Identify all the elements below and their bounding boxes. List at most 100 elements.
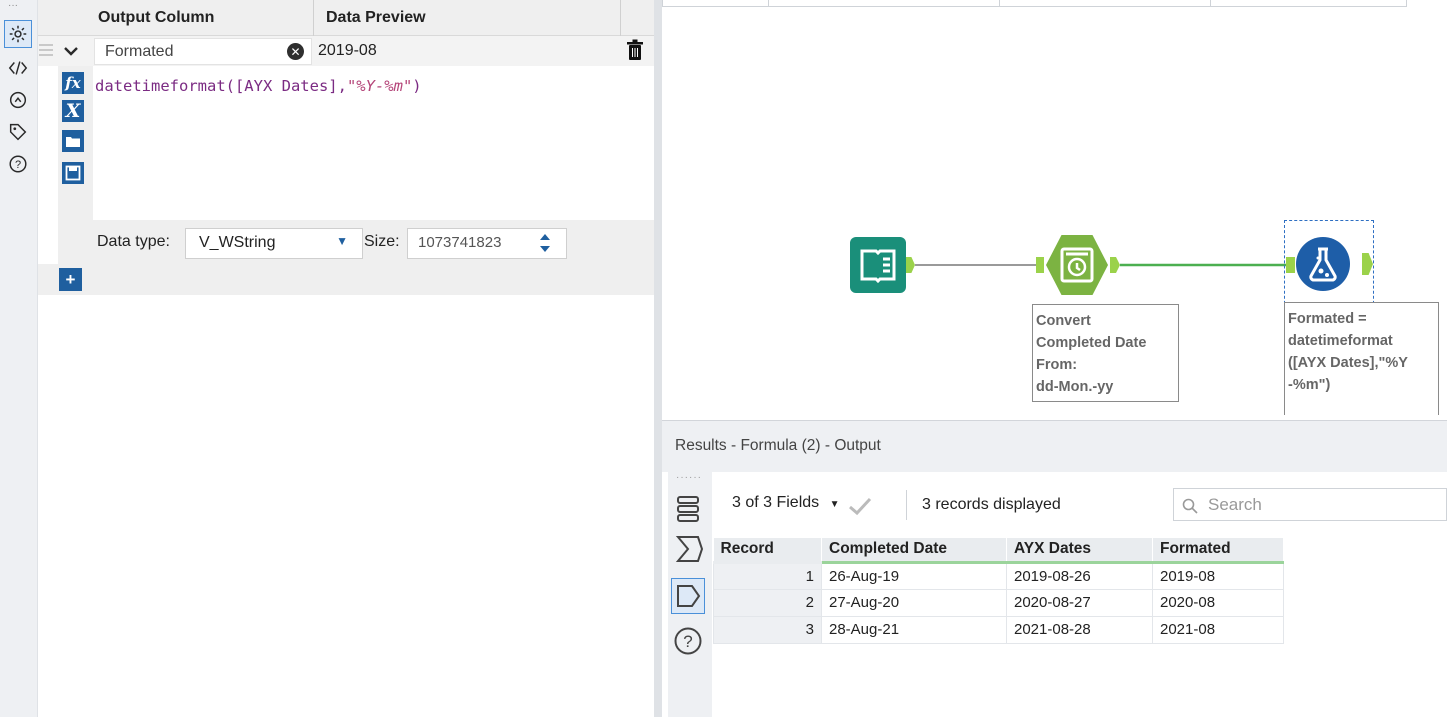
clear-field-icon[interactable]: ✕ [287, 43, 304, 60]
dropdown-arrow-icon: ▼ [336, 234, 348, 248]
annotation-line: -%m") [1288, 377, 1331, 393]
data-type-value: V_WString [199, 234, 276, 251]
column-header-ayx-dates[interactable]: AYX Dates [1006, 538, 1153, 564]
expression-code-close: ) [412, 77, 422, 95]
variables-x-icon[interactable]: X [62, 100, 84, 122]
results-panel: ······ ? 3 of 3 Fields ▼ 3 records displ… [662, 472, 1447, 717]
cell-completed-date[interactable]: 26-Aug-19 [821, 561, 1007, 590]
search-placeholder: Search [1208, 495, 1262, 514]
input-anchor[interactable] [1036, 257, 1044, 273]
annotation-line: datetimeformat [1288, 333, 1393, 349]
output-column-header: Output Column [98, 9, 215, 26]
annotation-line: Convert [1036, 313, 1091, 329]
help-icon[interactable]: ? [4, 150, 32, 178]
expression-code-format-string: "%Y-%m" [346, 77, 413, 95]
collapse-chevron-icon[interactable] [62, 42, 80, 60]
help-icon[interactable]: ? [673, 626, 703, 656]
rail-grip-icon: ··· [8, 0, 18, 11]
fields-selector-label: 3 of 3 Fields [732, 494, 820, 511]
data-view-icon[interactable] [671, 578, 705, 614]
annotation-line: dd-Mon.-yy [1036, 379, 1114, 395]
data-type-label: Data type: [97, 233, 170, 250]
fields-selector[interactable]: 3 of 3 Fields ▼ [732, 494, 840, 512]
records-count: 3 records displayed [922, 496, 1061, 513]
data-type-row: Data type: V_WString ▼ Size: 1073741823 [58, 220, 654, 264]
formula-tool-annotation: Formated = datetimeformat ([AYX Dates],"… [1284, 302, 1439, 415]
add-expression-button[interactable]: + [59, 268, 82, 291]
cell-ayx-dates[interactable]: 2020-08-27 [1006, 588, 1153, 617]
annotation-line: From: [1036, 357, 1078, 373]
annotation-icon[interactable] [4, 86, 32, 114]
code-brackets-icon[interactable] [4, 54, 32, 82]
expression-code[interactable]: datetimeformat([AYX Dates],"%Y-%m") [95, 77, 422, 95]
cell-formated[interactable]: 2019-08 [1152, 561, 1284, 590]
results-table: Record Completed Date AYX Dates Formated… [713, 538, 1284, 644]
cell-ayx-dates[interactable]: 2021-08-28 [1006, 615, 1153, 644]
size-input[interactable]: 1073741823 [407, 228, 567, 259]
expression-row[interactable]: Formated ✕ 2019-08 [38, 36, 654, 66]
open-folder-icon[interactable] [62, 130, 84, 152]
panel-splitter[interactable] [654, 0, 662, 717]
record-number: 1 [713, 561, 822, 590]
column-header-record[interactable]: Record [713, 538, 822, 564]
expression-header: Output Column Data Preview [38, 0, 654, 36]
record-number: 3 [713, 615, 822, 644]
input-anchor[interactable] [1286, 257, 1295, 273]
grip-icon: ······ [676, 472, 702, 483]
formula-tool[interactable] [1296, 237, 1350, 291]
formula-config-panel: Output Column Data Preview Formated ✕ 20… [38, 0, 654, 717]
table-row[interactable]: 2 27-Aug-20 2020-08-27 2020-08 [713, 588, 1284, 617]
summary-sigma-icon[interactable] [675, 534, 704, 564]
cell-completed-date[interactable]: 28-Aug-21 [821, 615, 1007, 644]
size-label: Size: [364, 233, 400, 250]
add-expression-row: + [38, 264, 654, 295]
delete-trash-icon[interactable] [626, 39, 644, 61]
apply-checkmark-icon[interactable] [848, 496, 872, 516]
annotation-line: ([AYX Dates],"%Y [1288, 355, 1408, 371]
results-header: Results - Formula (2) - Output [662, 420, 1447, 472]
left-icon-rail: ··· ? [0, 0, 38, 717]
record-number: 2 [713, 588, 822, 617]
output-column-field[interactable]: Formated [94, 38, 312, 65]
datetime-tool-annotation: Convert Completed Date From: dd-Mon.-yy [1032, 304, 1179, 402]
expression-tools: fx X [58, 66, 93, 220]
save-disk-icon[interactable] [62, 162, 84, 184]
annotation-line: Completed Date [1036, 335, 1147, 351]
cell-completed-date[interactable]: 27-Aug-20 [821, 588, 1007, 617]
results-view-tools: ······ ? [668, 472, 712, 717]
configuration-gear-icon[interactable] [4, 20, 32, 48]
input-data-tool[interactable] [850, 237, 906, 293]
workflow-canvas[interactable]: Convert Completed Date From: dd-Mon.-yy … [662, 0, 1447, 415]
annotation-line: Formated = [1288, 311, 1367, 327]
expression-editor[interactable]: datetimeformat([AYX Dates],"%Y-%m") [93, 66, 654, 220]
cell-formated[interactable]: 2020-08 [1152, 588, 1284, 617]
header-divider [620, 0, 621, 36]
svg-text:?: ? [15, 159, 21, 171]
tag-icon[interactable] [4, 118, 32, 146]
data-preview-value: 2019-08 [318, 42, 377, 59]
svg-text:?: ? [683, 632, 692, 651]
table-row[interactable]: 3 28-Aug-21 2021-08-28 2021-08 [713, 615, 1284, 644]
functions-fx-icon[interactable]: fx [62, 72, 84, 94]
expression-code-function: datetimeformat([AYX Dates], [95, 77, 347, 95]
column-header-completed-date[interactable]: Completed Date [821, 538, 1007, 564]
table-row[interactable]: 1 26-Aug-19 2019-08-26 2019-08 [713, 561, 1284, 590]
drag-handle-icon[interactable] [38, 43, 54, 57]
size-value: 1073741823 [418, 234, 502, 251]
header-divider [313, 0, 314, 36]
results-title: Results - Formula (2) - Output [675, 437, 881, 454]
size-spinner-icon[interactable] [538, 230, 552, 257]
metadata-list-icon[interactable] [675, 494, 701, 524]
cell-formated[interactable]: 2021-08 [1152, 615, 1284, 644]
book-icon [860, 249, 896, 284]
data-type-select[interactable]: V_WString ▼ [185, 228, 363, 259]
flask-icon [1309, 247, 1337, 282]
cell-ayx-dates[interactable]: 2019-08-26 [1006, 561, 1153, 590]
table-header-row: Record Completed Date AYX Dates Formated [713, 538, 1284, 564]
toolbar-divider [906, 490, 907, 520]
fields-dropdown-icon: ▼ [829, 499, 840, 510]
data-preview-header: Data Preview [326, 9, 426, 26]
column-header-formated[interactable]: Formated [1152, 538, 1284, 564]
search-input[interactable]: Search [1173, 488, 1447, 521]
search-icon [1182, 498, 1198, 514]
